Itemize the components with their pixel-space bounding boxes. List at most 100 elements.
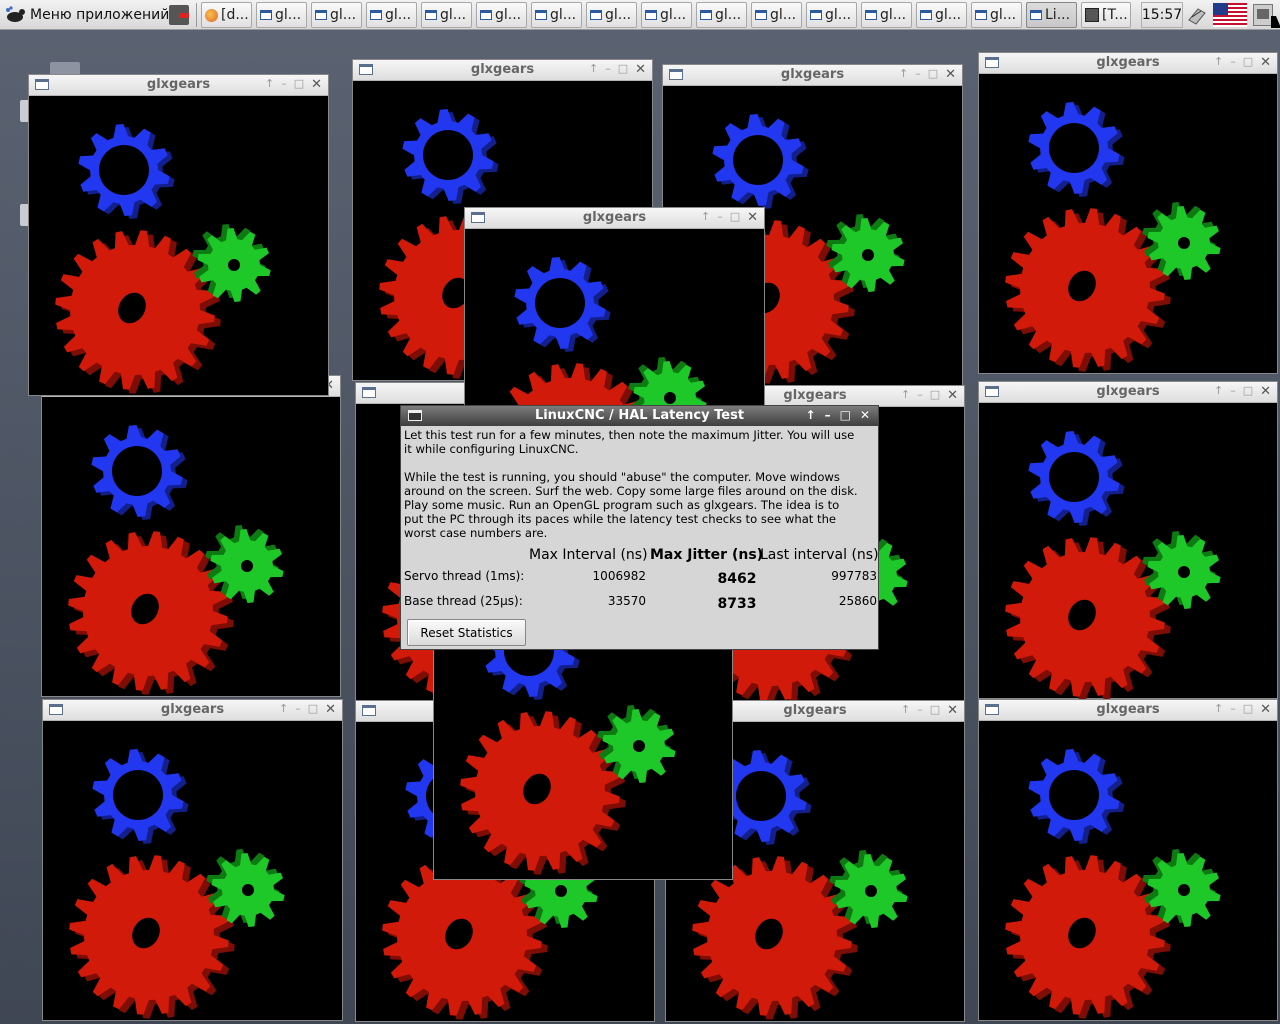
minimize-icon[interactable]: – [915, 67, 921, 82]
window-titlebar[interactable]: glxgears ↑ – □ ✕ [465, 208, 764, 229]
task-label: gl... [715, 7, 742, 23]
minimize-icon[interactable]: – [281, 77, 287, 92]
taskbar-task-button[interactable]: gl... [696, 2, 747, 28]
minimize-icon[interactable]: – [825, 408, 831, 422]
window-titlebar[interactable]: glxgears ↑ – □ ✕ [43, 700, 342, 721]
taskbar-task-button[interactable]: gl... [586, 2, 637, 28]
window-titlebar[interactable]: glxgears ↑ – □ ✕ [979, 53, 1277, 74]
minimize-icon[interactable]: – [605, 62, 611, 77]
dialog-titlebar[interactable]: LinuxCNC / HAL Latency Test ↑ – □ ✕ [401, 406, 878, 426]
close-icon[interactable]: ✕ [947, 703, 958, 718]
task-label: gl... [990, 7, 1017, 23]
reset-statistics-button[interactable]: Reset Statistics [407, 619, 526, 646]
taskbar-task-button[interactable]: Li... [1026, 2, 1077, 28]
task-label: gl... [935, 7, 962, 23]
task-label: gl... [770, 7, 797, 23]
taskbar-task-button[interactable]: gl... [366, 2, 417, 28]
stick-icon[interactable]: ↑ [589, 62, 598, 77]
stick-icon[interactable]: ↑ [701, 210, 710, 225]
close-icon[interactable]: ✕ [860, 408, 870, 422]
us-flag-icon[interactable] [1213, 3, 1247, 27]
taskbar-task-button[interactable]: gl... [806, 2, 857, 28]
task-label: gl... [825, 7, 852, 23]
stick-icon[interactable]: ↑ [901, 703, 910, 718]
minimize-icon[interactable]: – [295, 702, 301, 717]
maximize-icon[interactable]: □ [928, 67, 938, 82]
maximize-icon[interactable]: □ [930, 703, 940, 718]
window-icon [370, 10, 382, 20]
maximize-icon[interactable]: □ [730, 210, 740, 225]
logout-icon[interactable] [169, 5, 189, 25]
window-titlebar[interactable]: glxgears ↑ – □ ✕ [29, 75, 328, 96]
close-icon[interactable]: ✕ [747, 210, 758, 225]
applications-menu-button[interactable]: Меню приложений [4, 3, 169, 27]
glxgears-window[interactable]: glxgears ↑ – □ ✕ [42, 699, 343, 1021]
show-desktop-icon[interactable] [1253, 4, 1273, 26]
taskbar-task-button[interactable]: [T... [1081, 2, 1131, 28]
taskbar-task-button[interactable]: gl... [751, 2, 802, 28]
stick-icon[interactable]: ↑ [901, 388, 910, 403]
stick-icon[interactable]: ↑ [265, 77, 274, 92]
taskbar-task-button[interactable]: gl... [421, 2, 472, 28]
taskbar-task-button[interactable]: gl... [311, 2, 362, 28]
stick-icon[interactable]: ↑ [806, 408, 816, 422]
glxgears-window[interactable]: glxgears ↑ – □ ✕ [978, 699, 1278, 1021]
gears-scene [68, 425, 284, 695]
minimize-icon[interactable]: – [1230, 702, 1236, 717]
glxgears-window[interactable]: glxgears ↑ – □ ✕ [41, 375, 341, 697]
taskbar-task-button[interactable]: gl... [531, 2, 582, 28]
servo-max-jitter: 8462 [717, 571, 757, 587]
task-label: gl... [440, 7, 467, 23]
minimize-icon[interactable]: – [1230, 55, 1236, 70]
maximize-icon[interactable]: □ [308, 702, 318, 717]
window-titlebar[interactable]: glxgears ↑ – □ ✕ [353, 60, 652, 81]
taskbar-task-button[interactable]: gl... [641, 2, 692, 28]
minimize-icon[interactable]: – [1230, 384, 1236, 399]
taskbar-task-button[interactable]: [d... [201, 2, 252, 28]
minimize-icon[interactable]: – [917, 703, 923, 718]
maximize-icon[interactable]: □ [840, 408, 851, 422]
taskbar-task-button[interactable]: gl... [916, 2, 967, 28]
close-icon[interactable]: ✕ [1260, 55, 1271, 70]
network-icon[interactable] [1186, 4, 1208, 26]
close-icon[interactable]: ✕ [1260, 702, 1271, 717]
taskbar-separator [196, 3, 197, 27]
maximize-icon[interactable]: □ [930, 388, 940, 403]
taskbar: Меню приложений [d... gl... gl... gl... gl..… [0, 0, 1280, 30]
taskbar-task-button[interactable]: gl... [971, 2, 1022, 28]
stick-icon[interactable]: ↑ [899, 67, 908, 82]
latency-test-dialog[interactable]: LinuxCNC / HAL Latency Test ↑ – □ ✕ Let … [400, 405, 879, 650]
glxgears-window[interactable]: glxgears ↑ – □ ✕ [28, 74, 329, 396]
taskbar-task-button[interactable]: gl... [256, 2, 307, 28]
glxgears-window[interactable]: glxgears ↑ – □ ✕ [978, 381, 1278, 701]
header-last-interval: Last interval (ns) [760, 547, 879, 563]
minimize-icon[interactable]: – [917, 388, 923, 403]
maximize-icon[interactable]: □ [1243, 702, 1253, 717]
close-icon[interactable]: ✕ [947, 388, 958, 403]
glxgears-window[interactable]: glxgears ↑ – □ ✕ [978, 52, 1278, 374]
stick-icon[interactable]: ↑ [1214, 55, 1223, 70]
window-titlebar[interactable]: glxgears ↑ – □ ✕ [979, 700, 1277, 721]
close-icon[interactable]: ✕ [635, 62, 646, 77]
stick-icon[interactable]: ↑ [1214, 384, 1223, 399]
clock[interactable]: 15:57 [1141, 2, 1183, 28]
maximize-icon[interactable]: □ [618, 62, 628, 77]
minimize-icon[interactable]: – [717, 210, 723, 225]
blue-gear [1028, 102, 1125, 197]
close-icon[interactable]: ✕ [1260, 384, 1271, 399]
blue-gear [514, 257, 611, 352]
taskbar-task-button[interactable]: gl... [861, 2, 912, 28]
stick-icon[interactable]: ↑ [1214, 702, 1223, 717]
close-icon[interactable]: ✕ [311, 77, 322, 92]
taskbar-task-button[interactable]: gl... [476, 2, 527, 28]
maximize-icon[interactable]: □ [1243, 384, 1253, 399]
task-label: gl... [550, 7, 577, 23]
maximize-icon[interactable]: □ [1243, 55, 1253, 70]
stick-icon[interactable]: ↑ [279, 702, 288, 717]
close-icon[interactable]: ✕ [325, 702, 336, 717]
window-titlebar[interactable]: glxgears ↑ – □ ✕ [663, 65, 962, 86]
close-icon[interactable]: ✕ [945, 67, 956, 82]
maximize-icon[interactable]: □ [294, 77, 304, 92]
window-titlebar[interactable]: glxgears ↑ – □ ✕ [979, 382, 1277, 403]
servo-thread-label: Servo thread (1ms): [404, 569, 525, 583]
